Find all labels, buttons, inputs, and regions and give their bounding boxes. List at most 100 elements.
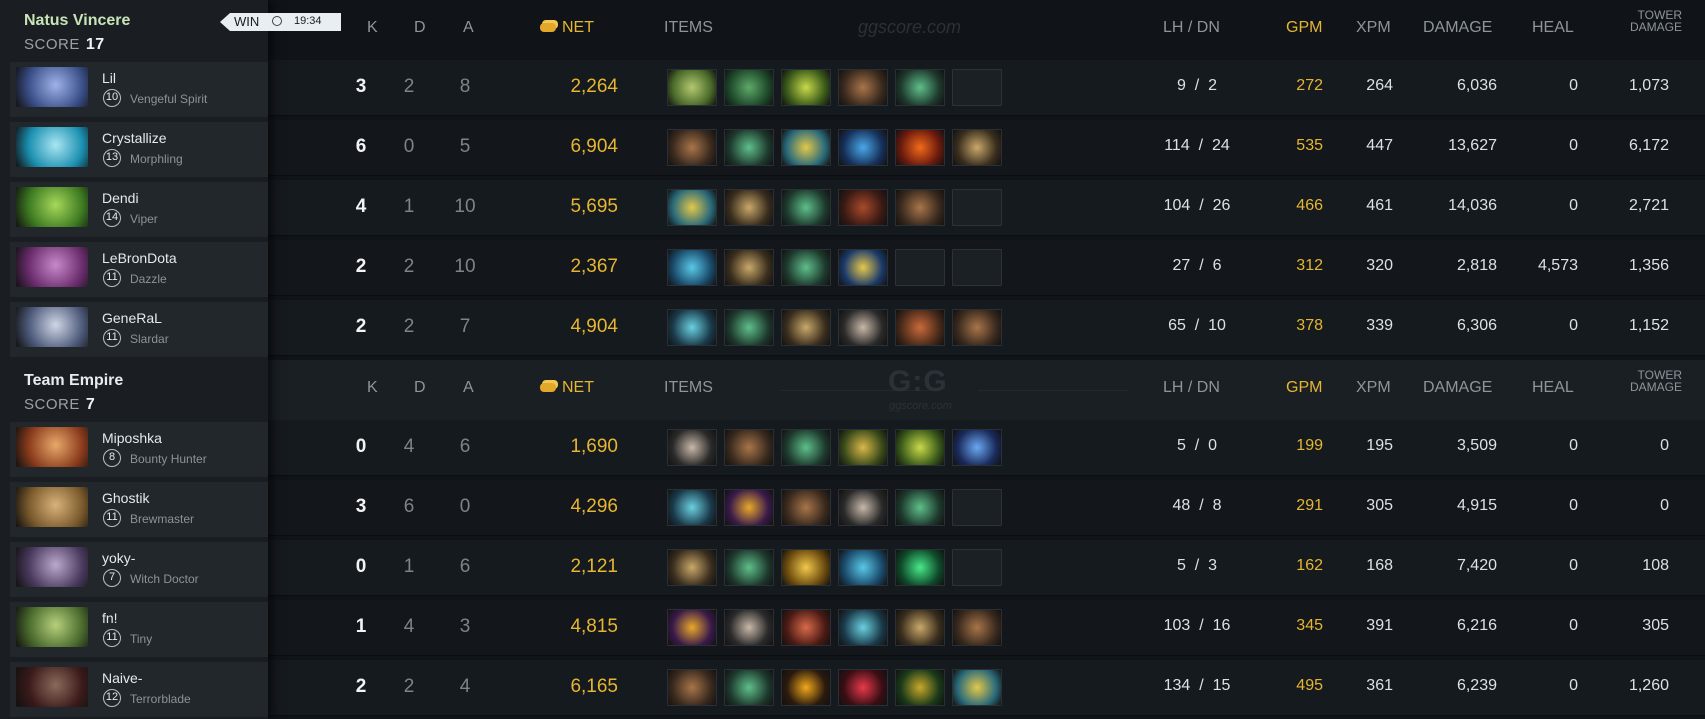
damage-value: 6,239 (1456, 677, 1497, 694)
boots-item-icon[interactable] (667, 129, 717, 166)
lotus-item-icon[interactable] (667, 69, 717, 106)
cloak-item-icon[interactable] (838, 189, 888, 226)
empty-item-slot[interactable] (952, 549, 1002, 586)
table-row[interactable]: 3 6 0 4,296 48 / 8 291 305 4,915 0 0 (268, 480, 1705, 536)
table-header: K D A ITEMS LH / DN GPM XPM DAMAGE HEAL NET TOWER D… (268, 360, 1705, 420)
scroll-item-icon[interactable] (895, 609, 945, 646)
branch-item-icon[interactable] (724, 669, 774, 706)
player-card[interactable]: Dendi 14 Viper (10, 182, 268, 237)
player-card[interactable]: Crystallize 13 Morphling (10, 122, 268, 177)
blade-item-icon[interactable] (838, 609, 888, 646)
damage-value: 6,036 (1456, 77, 1497, 94)
kills-value: 6 (355, 136, 367, 157)
table-row[interactable]: 3 2 8 2,264 9 / 2 272 264 6,036 0 1,073 (268, 60, 1705, 116)
axe-item-icon[interactable] (838, 489, 888, 526)
header-xpm: XPM (1356, 19, 1391, 36)
fire-item-icon[interactable] (895, 129, 945, 166)
table-row[interactable]: 0 4 6 1,690 5 / 0 199 195 3,509 0 0 (268, 420, 1705, 476)
wave-item-icon[interactable] (667, 249, 717, 286)
branch-item-icon[interactable] (724, 309, 774, 346)
dagger-item-icon[interactable] (895, 669, 945, 706)
boots-item-icon[interactable] (952, 309, 1002, 346)
boots-item-icon[interactable] (895, 189, 945, 226)
axe-item-icon[interactable] (838, 309, 888, 346)
ring-item-icon[interactable] (667, 189, 717, 226)
player-card[interactable]: Miposhka 8 Bounty Hunter (10, 422, 268, 477)
boots-item-icon[interactable] (838, 69, 888, 106)
scroll-item-icon[interactable] (667, 549, 717, 586)
heal-value: 0 (1569, 497, 1578, 514)
branch-item-icon[interactable] (895, 489, 945, 526)
circlet-item-icon[interactable] (895, 309, 945, 346)
damage-value: 4,915 (1456, 497, 1497, 514)
redaxe-item-icon[interactable] (781, 609, 831, 646)
branch-item-icon[interactable] (724, 129, 774, 166)
table-row[interactable]: 2 2 10 2,367 27 / 6 312 320 2,818 4,573 1,356 (268, 240, 1705, 296)
hero-portrait (16, 547, 88, 587)
table-row[interactable]: 2 2 4 6,165 134 / 15 495 361 6,239 0 1,260 (268, 660, 1705, 716)
boots-item-icon[interactable] (952, 609, 1002, 646)
empty-item-slot[interactable] (952, 189, 1002, 226)
player-name: Miposhka (102, 430, 162, 446)
empty-item-slot[interactable] (952, 249, 1002, 286)
ring-item-icon[interactable] (781, 129, 831, 166)
table-row[interactable]: 1 4 3 4,815 103 / 16 345 391 6,216 0 305 (268, 600, 1705, 656)
table-row[interactable]: 6 0 5 6,904 114 / 24 535 447 13,627 0 6,172 (268, 120, 1705, 176)
wand-item-icon[interactable] (667, 609, 717, 646)
ring-item-icon[interactable] (952, 669, 1002, 706)
scroll-item-icon[interactable] (952, 129, 1002, 166)
header-net: NET (540, 19, 594, 37)
branch-item-icon[interactable] (895, 69, 945, 106)
branch-item-icon[interactable] (724, 549, 774, 586)
claw-item-icon[interactable] (838, 669, 888, 706)
ward-item-icon[interactable] (838, 429, 888, 466)
player-name: LeBronDota (102, 250, 177, 266)
blade-item-icon[interactable] (667, 489, 717, 526)
mask-item-icon[interactable] (724, 69, 774, 106)
team-score: SCORE 17 (24, 36, 105, 53)
scroll-item-icon[interactable] (724, 189, 774, 226)
damage-value: 3,509 (1456, 437, 1497, 454)
player-card[interactable]: yoky- 7 Witch Doctor (10, 542, 268, 597)
last-hits-denies: 9 / 2 (1176, 77, 1218, 94)
boots-item-icon[interactable] (724, 429, 774, 466)
axe-item-icon[interactable] (667, 429, 717, 466)
empty-item-slot[interactable] (952, 489, 1002, 526)
wand-item-icon[interactable] (724, 489, 774, 526)
table-row[interactable]: 4 1 10 5,695 104 / 26 466 461 14,036 0 2,721 (268, 180, 1705, 236)
table-row[interactable]: 2 2 7 4,904 65 / 10 378 339 6,306 0 1,152 (268, 300, 1705, 356)
branch-item-icon[interactable] (781, 189, 831, 226)
watermark: ggscore.com (858, 17, 962, 37)
player-card[interactable]: Naive- 12 Terrorblade (10, 662, 268, 717)
team-score: SCORE 7 (24, 396, 96, 413)
orb-item-icon[interactable] (838, 129, 888, 166)
blade-item-icon[interactable] (667, 309, 717, 346)
branch-item-icon[interactable] (781, 429, 831, 466)
player-card[interactable]: Lil 10 Vengeful Spirit (10, 62, 268, 117)
empty-item-slot[interactable] (895, 249, 945, 286)
table-row[interactable]: 0 1 6 2,121 5 / 3 162 168 7,420 0 108 (268, 540, 1705, 596)
tower-damage-value: 2,721 (1628, 197, 1669, 214)
gold-item-icon[interactable] (781, 549, 831, 586)
player-card[interactable]: fn! 11 Tiny (10, 602, 268, 657)
empty-item-slot[interactable] (952, 69, 1002, 106)
player-card[interactable]: LeBronDota 11 Dazzle (10, 242, 268, 297)
header-kills: K (367, 379, 378, 396)
player-card[interactable]: Ghostik 11 Brewmaster (10, 482, 268, 537)
potion-item-icon[interactable] (952, 429, 1002, 466)
branch-item-icon[interactable] (781, 249, 831, 286)
bottle-item-icon[interactable] (838, 249, 888, 286)
boots-item-icon[interactable] (781, 489, 831, 526)
slipper-item-icon[interactable] (895, 549, 945, 586)
player-card[interactable]: GeneRaL 11 Slardar (10, 302, 268, 357)
header-kills: K (367, 19, 378, 36)
wave-item-icon[interactable] (838, 549, 888, 586)
hero-portrait (16, 307, 88, 347)
scroll-item-icon[interactable] (781, 309, 831, 346)
scroll-item-icon[interactable] (724, 249, 774, 286)
boots-item-icon[interactable] (667, 669, 717, 706)
apple-item-icon[interactable] (781, 69, 831, 106)
axe-item-icon[interactable] (724, 609, 774, 646)
sun-item-icon[interactable] (781, 669, 831, 706)
apple-item-icon[interactable] (895, 429, 945, 466)
